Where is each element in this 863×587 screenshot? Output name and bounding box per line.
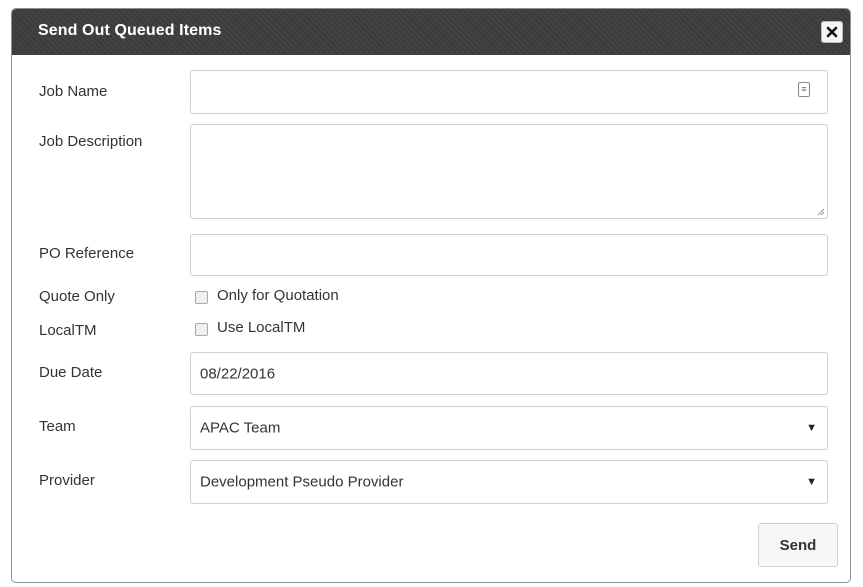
provider-label: Provider [39, 472, 95, 489]
dialog-title: Send Out Queued Items [38, 22, 222, 39]
localtm-checkbox[interactable] [195, 323, 208, 336]
localtm-label: LocalTM [39, 322, 97, 339]
quote-only-label: Quote Only [39, 288, 115, 305]
po-reference-input[interactable] [190, 234, 828, 276]
job-name-input[interactable]: ≡ [190, 70, 828, 114]
localtm-checkbox-label[interactable]: Use LocalTM [217, 319, 305, 336]
send-queued-items-dialog: Send Out Queued Items Job Name ≡ Job Des… [11, 8, 851, 583]
send-button[interactable]: Send [758, 523, 838, 567]
contact-card-icon[interactable]: ≡ [798, 82, 810, 97]
resize-handle-icon[interactable] [817, 208, 825, 216]
chevron-down-icon: ▼ [806, 422, 817, 434]
team-label: Team [39, 418, 76, 435]
quote-only-checkbox[interactable] [195, 291, 208, 304]
quote-only-checkbox-label[interactable]: Only for Quotation [217, 287, 339, 304]
job-name-label: Job Name [39, 83, 108, 100]
provider-select[interactable]: Development Pseudo Provider ▼ [190, 460, 828, 504]
job-description-textarea[interactable] [190, 124, 828, 219]
due-date-input[interactable]: 08/22/2016 [190, 352, 828, 395]
chevron-down-icon: ▼ [806, 476, 817, 488]
job-description-label: Job Description [39, 133, 143, 150]
team-select[interactable]: APAC Team ▼ [190, 406, 828, 450]
due-date-label: Due Date [39, 364, 103, 381]
close-icon [826, 26, 838, 38]
dialog-titlebar[interactable]: Send Out Queued Items [12, 9, 850, 55]
close-button[interactable] [821, 21, 843, 43]
provider-selected-value: Development Pseudo Provider [200, 473, 404, 491]
due-date-value: 08/22/2016 [200, 365, 276, 382]
team-selected-value: APAC Team [200, 419, 281, 437]
po-reference-label: PO Reference [39, 245, 135, 262]
